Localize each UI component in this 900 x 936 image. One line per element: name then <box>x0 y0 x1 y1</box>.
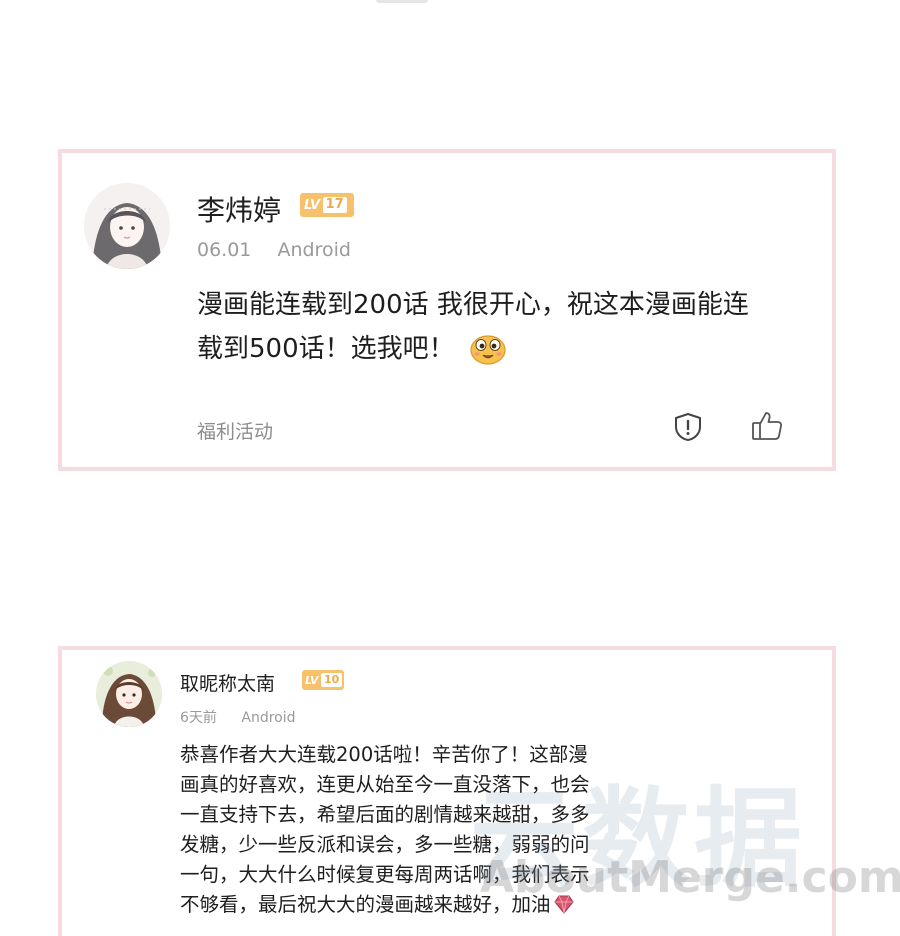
comment-line: 载到500话！选我吧！ <box>197 334 455 364</box>
comment-line: 不够看，最后祝大大的漫画越来越好，加油 <box>180 893 551 916</box>
comment-content: 恭喜作者大大连载200话啦！辛苦你了！这部漫 画真的好喜欢，连更从始至今一直没落… <box>180 740 650 924</box>
diamond-heart-icon <box>553 893 575 924</box>
level-badge: LV 10 <box>302 670 344 690</box>
level-number: 17 <box>322 196 347 214</box>
avatar[interactable] <box>96 661 162 727</box>
thumbs-up-icon[interactable] <box>750 409 784 443</box>
level-tag: LV <box>305 673 319 687</box>
level-badge: LV 17 <box>300 193 354 217</box>
comment-date: 06.01 <box>197 239 252 261</box>
comment-line: 漫画能连载到200话 我很开心，祝这本漫画能连 <box>197 290 749 320</box>
level-tag: LV <box>304 197 320 213</box>
comment-line: 恭喜作者大大连载200话啦！辛苦你了！这部漫 <box>180 743 588 766</box>
top-divider <box>376 0 428 3</box>
username[interactable]: 李炜婷 <box>197 189 281 229</box>
comment-date: 6天前 <box>180 710 217 726</box>
comment-card: 李炜婷 LV 17 06.01 Android 漫画能连载到200话 我很开心，… <box>58 149 836 471</box>
comment-line: 画真的好喜欢，连更从始至今一直没落下，也会 <box>180 773 590 796</box>
avatar[interactable] <box>84 183 170 269</box>
comment-line: 发糖，少一些反派和误会，多一些糖，弱弱的问 <box>180 833 590 856</box>
level-number: 10 <box>321 672 343 688</box>
tag-link[interactable]: 福利活动 <box>197 417 273 444</box>
username[interactable]: 取昵称太南 <box>180 669 275 696</box>
report-icon[interactable] <box>673 412 703 442</box>
comment-line: 一直支持下去，希望后面的剧情越来越甜，多多 <box>180 803 590 826</box>
comment-device: Android <box>277 239 351 261</box>
happy-face-emoji-icon <box>469 331 507 379</box>
comment-content: 漫画能连载到200话 我很开心，祝这本漫画能连 载到500话！选我吧！ <box>197 283 822 379</box>
comment-card: 取昵称太南 LV 10 6天前 Android 恭喜作者大大连载200话啦！辛苦… <box>58 646 836 936</box>
comment-meta: 6天前 Android <box>180 707 296 727</box>
comment-meta: 06.01 Android <box>197 239 351 261</box>
comment-device: Android <box>241 710 296 726</box>
comment-line: 一句，大大什么时候复更每周两话啊，我们表示 <box>180 863 590 886</box>
